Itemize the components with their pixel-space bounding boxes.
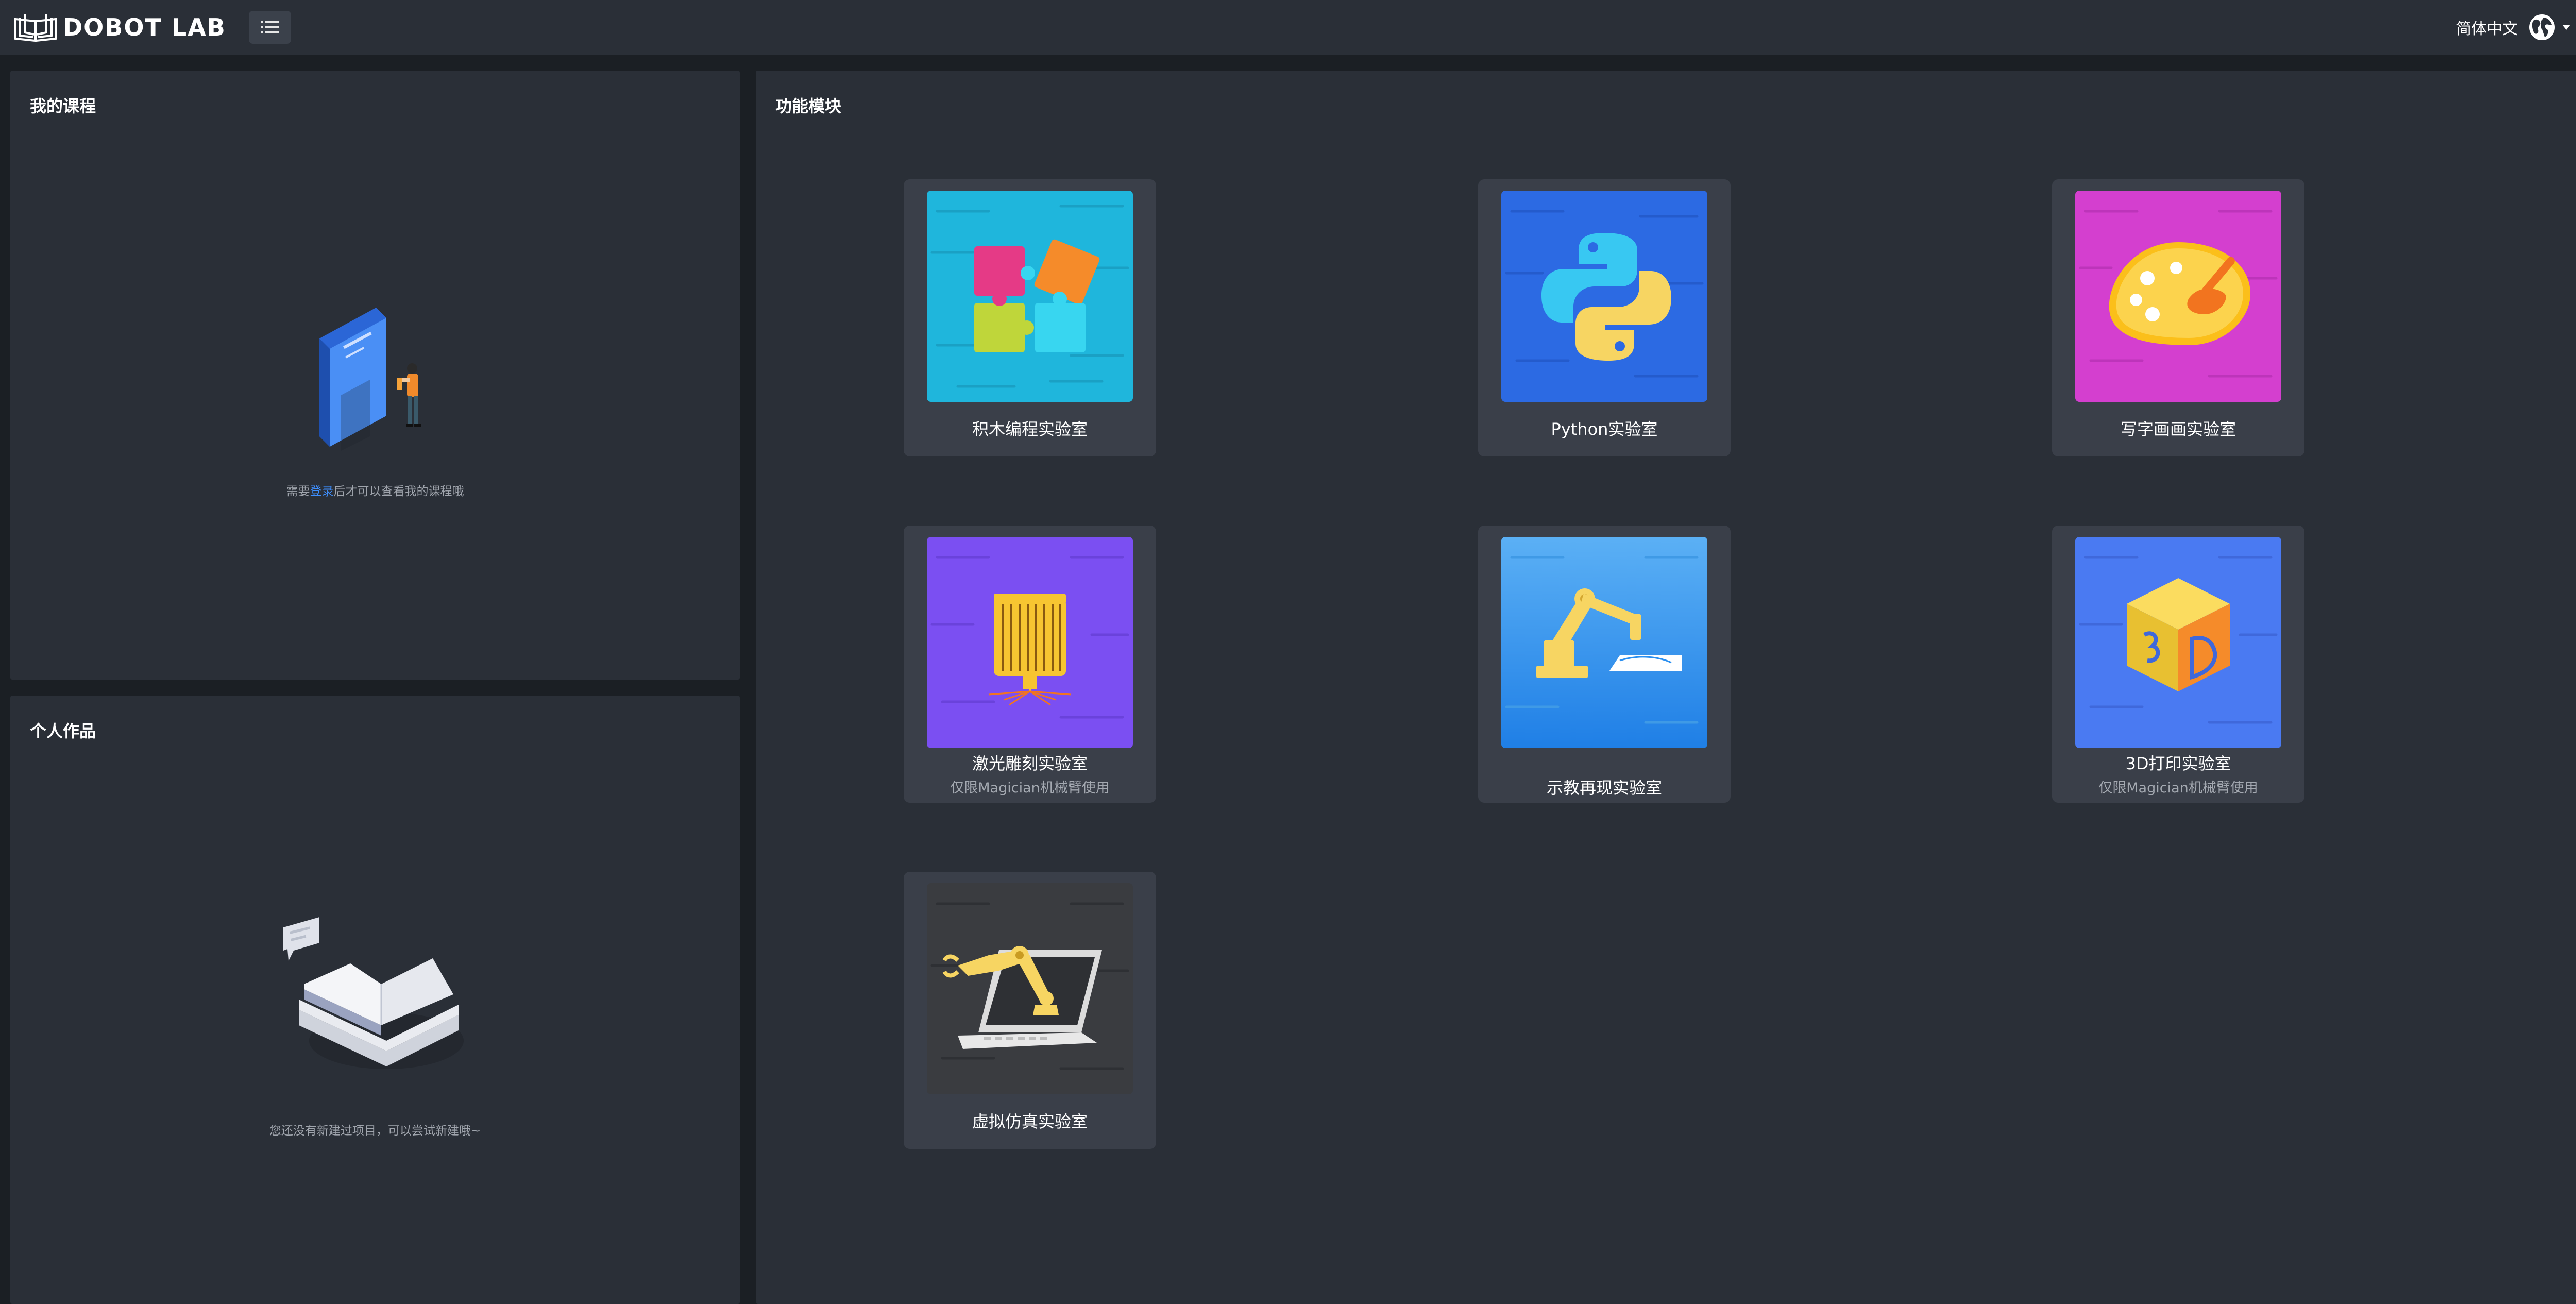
laptop-arm-icon: [927, 883, 1133, 1094]
book-logo-icon: [14, 14, 57, 42]
list-menu-icon: [260, 21, 279, 33]
robot-arm-icon: [1501, 537, 1707, 748]
works-empty-hint: 您还没有新建过项目，可以尝试新建哦~: [269, 1124, 481, 1138]
brand[interactable]: DOBOT LAB: [12, 12, 226, 43]
module-card-blocks[interactable]: 积木编程实验室: [904, 179, 1156, 456]
login-hint-link[interactable]: 登录: [310, 485, 334, 498]
card-image: [927, 883, 1133, 1094]
laser-icon: [927, 537, 1133, 748]
card-subtitle: 仅限Magician机械臂使用: [2098, 780, 2258, 796]
hint-text: 需要: [286, 485, 310, 498]
chevron-down-icon[interactable]: [2561, 24, 2571, 31]
card-title: 激光雕刻实验室: [972, 754, 1088, 773]
card-image: [927, 191, 1133, 402]
module-card-3d-print[interactable]: 3D打印实验室 仅限Magician机械臂使用: [2052, 526, 2304, 803]
puzzle-icon: [927, 191, 1133, 402]
card-image: [2075, 191, 2281, 402]
card-image: [1501, 537, 1707, 748]
card-title: 虚拟仿真实验室: [972, 1112, 1088, 1131]
menu-toggle-button[interactable]: [248, 11, 291, 44]
personal-works-panel: 个人作品 您还没有新建过项目，可以尝试新建哦~: [10, 696, 740, 1304]
globe-icon[interactable]: [2528, 13, 2556, 41]
top-header: DOBOT LAB 简体中文 登录: [0, 0, 2576, 55]
language-label[interactable]: 简体中文: [2456, 16, 2518, 39]
palette-icon: [2075, 191, 2281, 402]
module-card-drawing[interactable]: 写字画画实验室: [2052, 179, 2304, 456]
card-subtitle: 仅限Magician机械臂使用: [950, 780, 1110, 796]
brand-name: DOBOT LAB: [63, 13, 226, 41]
3d-cube-icon: [2075, 537, 2281, 748]
function-modules-panel: 功能模块 积木编程实验室 Python实验室 写字画画实验室 激光雕刻实验室 仅…: [756, 71, 2576, 1304]
card-image: [2075, 537, 2281, 748]
courses-login-hint: 需要登录后才可以查看我的课程哦: [10, 481, 740, 499]
card-title: 示教再现实验室: [1546, 778, 1662, 798]
card-title: 3D打印实验室: [2125, 754, 2231, 773]
book-illustration-icon: [319, 308, 421, 451]
panel-title: 功能模块: [775, 96, 842, 116]
hint-text: 后才可以查看我的课程哦: [333, 485, 464, 498]
python-icon: [1501, 191, 1707, 402]
open-book-illustration-icon: [283, 917, 464, 1069]
module-card-python[interactable]: Python实验室: [1478, 179, 1731, 456]
module-card-laser[interactable]: 激光雕刻实验室 仅限Magician机械臂使用: [904, 526, 1156, 803]
card-image: [1501, 191, 1707, 402]
card-title: 积木编程实验室: [972, 419, 1088, 439]
module-card-teach[interactable]: 示教再现实验室: [1478, 526, 1731, 803]
header-actions: 简体中文 登录: [2456, 0, 2576, 55]
card-title: Python实验室: [1551, 419, 1658, 439]
panel-title: 我的课程: [30, 96, 96, 116]
my-courses-panel: 我的课程 需要登录后才可以查看我的课程哦: [10, 71, 740, 680]
card-image: [927, 537, 1133, 748]
module-card-simulation[interactable]: 虚拟仿真实验室: [904, 872, 1156, 1149]
card-title: 写字画画实验室: [2120, 419, 2236, 439]
panel-title: 个人作品: [30, 721, 96, 741]
